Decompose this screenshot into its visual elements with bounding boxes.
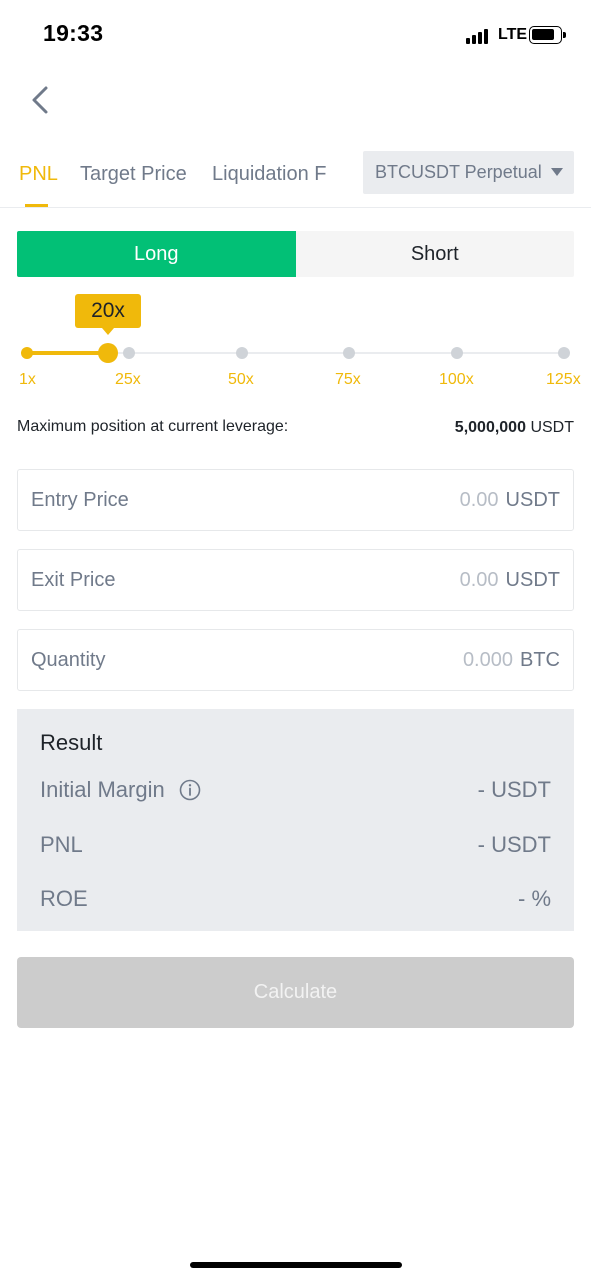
status-time: 19:33	[43, 20, 104, 46]
leverage-mark-label[interactable]: 1x	[19, 371, 36, 389]
exit-price-label: Exit Price	[31, 568, 116, 591]
entry-price-unit: USDT	[505, 488, 560, 511]
max-position-value: 5,000,000 USDT	[455, 419, 574, 437]
short-button[interactable]: Short	[295, 231, 574, 277]
result-title: Result	[40, 730, 103, 755]
home-indicator	[190, 1262, 402, 1268]
exit-price-value: 0.00	[459, 568, 499, 591]
max-position-unit: USDT	[530, 419, 574, 436]
leverage-mark-dot[interactable]	[21, 347, 33, 359]
leverage-mark-label[interactable]: 50x	[228, 371, 254, 389]
calculate-button[interactable]: Calculate	[17, 957, 574, 1028]
leverage-tooltip: 20x	[75, 294, 141, 335]
leverage-mark-label[interactable]: 100x	[439, 371, 474, 389]
long-button[interactable]: Long	[17, 231, 296, 277]
leverage-mark-label[interactable]: 125x	[546, 371, 581, 389]
tab-target-price[interactable]: Target Price	[80, 163, 187, 186]
leverage-mark-dot[interactable]	[343, 347, 355, 359]
leverage-mark-label[interactable]: 75x	[335, 371, 361, 389]
roe-label: ROE	[40, 886, 88, 911]
chevron-left-icon	[32, 86, 48, 114]
signal-icon	[466, 29, 492, 44]
entry-price-value: 0.00	[459, 488, 499, 511]
quantity-label: Quantity	[31, 648, 106, 671]
initial-margin-label: Initial Margin	[40, 777, 165, 802]
exit-price-unit: USDT	[505, 568, 560, 591]
entry-price-label: Entry Price	[31, 488, 129, 511]
leverage-slider-fill	[27, 351, 108, 355]
status-bar: 19:33 LTE	[0, 0, 591, 70]
initial-margin-row: Initial Margin - USDT	[40, 775, 551, 805]
leverage-mark-label[interactable]: 25x	[115, 371, 141, 389]
active-tab-indicator	[25, 204, 48, 207]
quantity-value: 0.000	[462, 648, 513, 671]
leverage-mark-dot[interactable]	[451, 347, 463, 359]
quantity-unit: BTC	[520, 648, 560, 671]
entry-price-field[interactable]: Entry Price 0.00 USDT	[17, 469, 574, 531]
result-panel: Result Initial Margin - USDT PNL - USDT …	[17, 709, 574, 931]
quantity-field[interactable]: Quantity 0.000 BTC	[17, 629, 574, 691]
pnl-row: PNL - USDT	[40, 830, 551, 860]
battery-icon	[529, 26, 566, 44]
symbol-select-label: BTCUSDT Perpetual	[375, 162, 542, 182]
leverage-slider-thumb[interactable]	[98, 343, 118, 363]
leverage-mark-dot[interactable]	[236, 347, 248, 359]
symbol-select[interactable]: BTCUSDT Perpetual	[363, 151, 574, 194]
leverage-mark-dot[interactable]	[558, 347, 570, 359]
tab-liquidation-price[interactable]: Liquidation F	[212, 163, 328, 186]
max-position-amount: 5,000,000	[454, 419, 526, 436]
network-type: LTE	[498, 26, 528, 43]
pnl-value: - USDT	[477, 832, 551, 857]
pnl-label: PNL	[40, 832, 83, 857]
roe-row: ROE - %	[40, 884, 551, 914]
info-icon[interactable]	[179, 779, 201, 801]
exit-price-field[interactable]: Exit Price 0.00 USDT	[17, 549, 574, 611]
leverage-mark-dot[interactable]	[123, 347, 135, 359]
roe-value: - %	[518, 886, 551, 911]
side-toggle: Long Short	[17, 231, 574, 277]
max-position-label: Maximum position at current leverage:	[17, 418, 289, 435]
caret-down-icon	[551, 168, 563, 176]
back-button[interactable]	[20, 80, 60, 120]
tab-pnl[interactable]: PNL	[19, 163, 58, 186]
initial-margin-value: - USDT	[477, 777, 551, 802]
